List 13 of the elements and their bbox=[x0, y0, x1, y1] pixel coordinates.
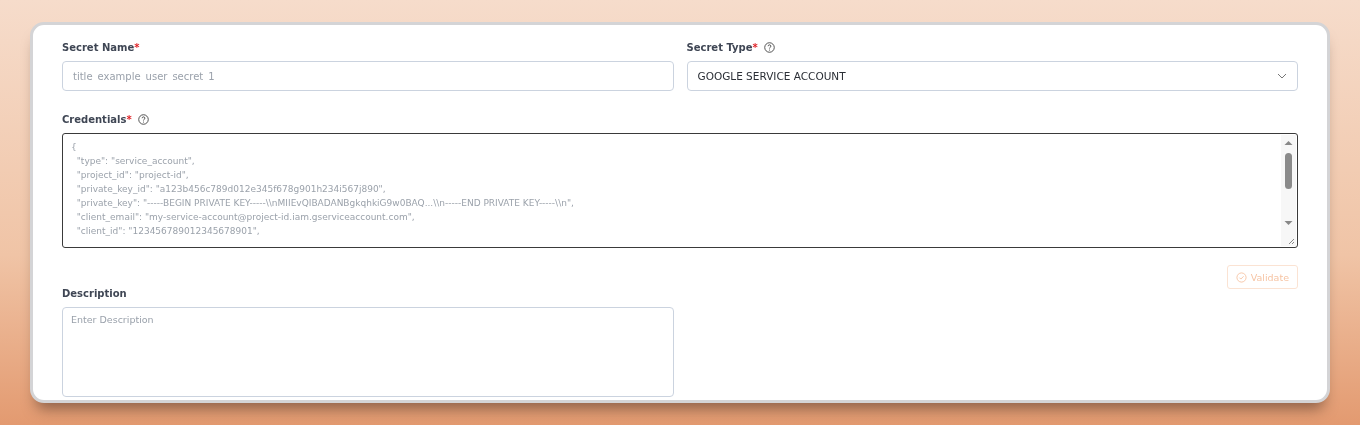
help-icon[interactable] bbox=[763, 41, 775, 53]
field-label: Description bbox=[62, 287, 127, 299]
credentials-field[interactable]: { "type": "service_account", "project_id": "project-id", "private_key_id": "a123b456c789d012e345f678g901h234i567j890", "private_key": "-----BEGIN PRIVATE KEY-----\\nMIIEvQIBADANBgkqhkiG9w0BAQ...\\n-----END PRIVATE KEY-----\\n", "client_email": "my-service-account@project-id.iam.gserviceaccount.com", "client_id": "123456789012345678901", bbox=[62, 133, 1298, 248]
secret-type-dropdown[interactable]: GOOGLE SERVICE ACCOUNT bbox=[686, 61, 1298, 91]
field-label: Secret Name* bbox=[62, 41, 140, 53]
check-circle-icon bbox=[1235, 271, 1247, 283]
field-label: Secret Type* bbox=[686, 41, 758, 53]
help-icon[interactable] bbox=[137, 113, 149, 125]
secret-name-field[interactable]: title_example_user_secret_1 bbox=[62, 61, 674, 91]
field-label: Credentials* bbox=[62, 113, 132, 125]
description-field[interactable]: Enter Description bbox=[62, 307, 674, 397]
scrollbar[interactable] bbox=[1281, 135, 1296, 246]
chevron-down-icon bbox=[1277, 73, 1287, 79]
